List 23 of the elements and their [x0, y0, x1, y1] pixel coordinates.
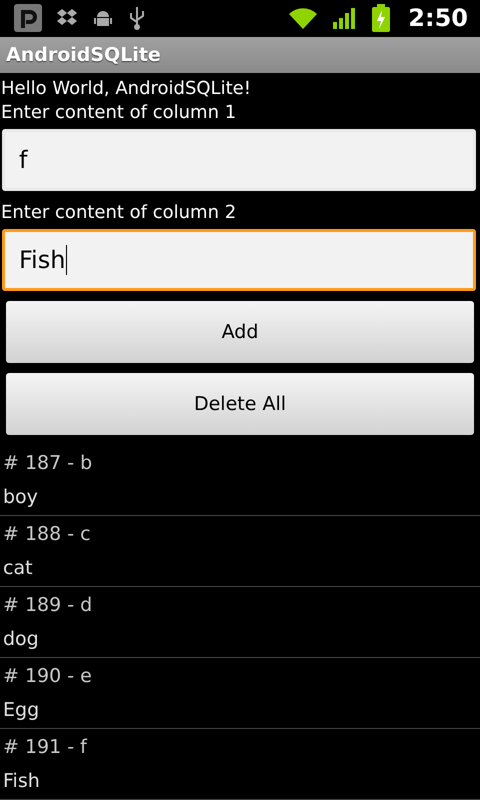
record-title: # 188 - c [3, 522, 92, 547]
field-label: Enter content of column 1 [0, 101, 238, 125]
record-title: # 191 - f [3, 735, 88, 760]
delete-all-button[interactable]: Delete All [6, 373, 474, 435]
record-text: Fish [3, 769, 41, 794]
battery-charging-icon [372, 4, 390, 32]
record-text: boy [3, 485, 39, 510]
record-title: # 189 - d [3, 593, 94, 618]
greeting-text: Hello World, AndroidSQLite! [0, 77, 252, 101]
wifi-icon [288, 6, 318, 30]
record-text: cat [3, 556, 34, 581]
add-button[interactable]: Add [6, 301, 474, 363]
field-label: Enter content of column 2 [0, 201, 238, 225]
app-title: AndroidSQLite [6, 44, 161, 66]
clock-time: 2:50 [408, 4, 468, 32]
input-field[interactable]: f [2, 129, 476, 191]
record-text: Egg [3, 698, 40, 723]
record-title: # 187 - b [3, 451, 94, 476]
p-app-icon [14, 4, 42, 32]
usb-icon [128, 5, 146, 32]
record-title: # 190 - e [3, 664, 93, 689]
record-text: dog [3, 627, 40, 652]
input-field[interactable]: Fish [2, 229, 476, 291]
